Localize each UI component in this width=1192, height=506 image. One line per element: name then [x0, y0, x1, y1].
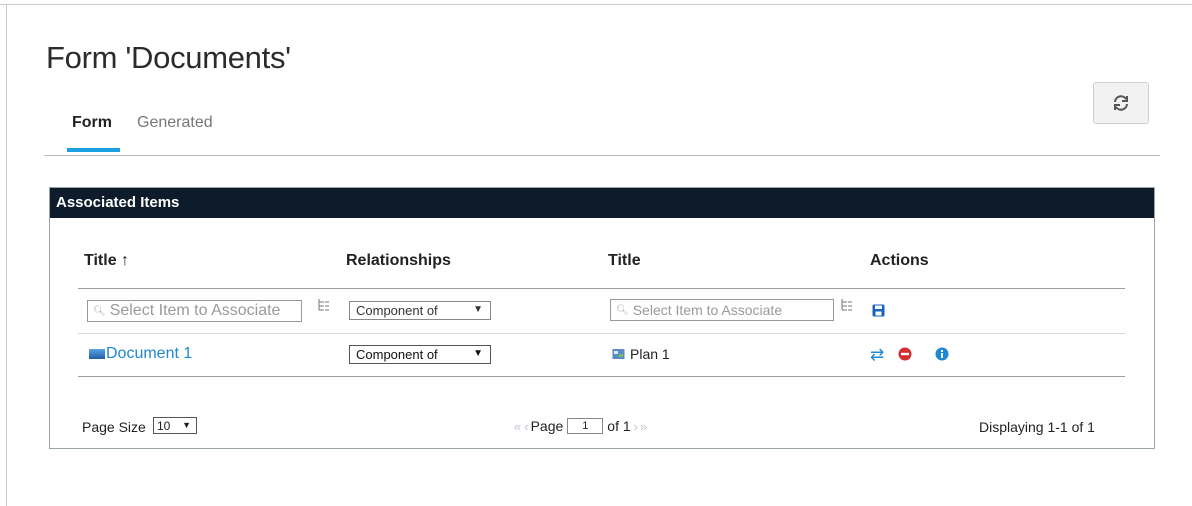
displaying-count: Displaying 1-1 of 1: [979, 419, 1095, 435]
row-divider: [78, 333, 1125, 334]
tab-bar: Form Generated: [44, 112, 1160, 156]
refresh-icon: [1114, 95, 1128, 111]
associated-items-panel: Associated Items Title ↑ Relationships T…: [49, 187, 1155, 449]
tab-form-label: Form: [72, 114, 112, 131]
document-link[interactable]: Document 1: [89, 345, 192, 363]
left-item-placeholder: Select Item to Associate: [109, 302, 281, 319]
frame-top-border: [0, 4, 1192, 5]
info-icon[interactable]: [935, 347, 949, 361]
right-item-placeholder: Select Item to Associate: [632, 302, 783, 318]
plan-label: Plan 1: [630, 346, 670, 362]
new-relationship-value: Component of: [356, 303, 438, 318]
search-icon: 🔍︎: [616, 304, 629, 316]
document-icon: [89, 349, 105, 359]
dropdown-arrow-icon: ▼: [182, 420, 191, 430]
dropdown-arrow-icon: ▼: [473, 304, 483, 315]
frame-left-border: [6, 4, 7, 506]
search-icon: 🔍︎: [93, 305, 106, 317]
next-page-icon[interactable]: ›: [634, 419, 638, 434]
column-header-actions: Actions: [870, 252, 929, 269]
page-size-label: Page Size: [82, 419, 146, 435]
plan-item: Plan 1: [612, 346, 670, 362]
swap-direction-icon[interactable]: ⇄: [870, 345, 884, 365]
page-of-label: of 1: [607, 418, 631, 434]
page-size-value: 10: [157, 418, 171, 433]
hierarchy-picker-icon[interactable]: [840, 298, 854, 312]
right-item-search-input[interactable]: 🔍︎ Select Item to Associate: [610, 299, 834, 321]
page-size-select[interactable]: 10 ▼: [153, 417, 197, 434]
save-icon[interactable]: [872, 304, 885, 317]
new-relationship-select[interactable]: Component of ▼: [349, 301, 491, 320]
dropdown-arrow-icon: ▼: [473, 348, 483, 359]
panel-header: Associated Items: [50, 188, 1154, 218]
plan-icon: [612, 349, 625, 359]
column-header-title-right: Title: [608, 252, 641, 269]
document-link-label: Document 1: [106, 345, 193, 362]
page-title: Form 'Documents': [46, 40, 291, 75]
tab-form[interactable]: Form: [67, 114, 120, 152]
remove-icon[interactable]: [898, 347, 912, 361]
page-number-input[interactable]: 1: [567, 418, 604, 434]
prev-page-icon[interactable]: ‹: [524, 419, 528, 434]
left-item-search-input[interactable]: 🔍︎ Select Item to Associate: [87, 300, 302, 322]
row-relationship-value: Component of: [356, 347, 438, 362]
tab-generated-label: Generated: [137, 114, 213, 131]
first-page-icon[interactable]: «: [514, 419, 521, 434]
last-page-icon[interactable]: »: [640, 419, 647, 434]
column-header-title-left[interactable]: Title ↑: [84, 252, 129, 270]
row-relationship-select[interactable]: Component of ▼: [349, 345, 491, 364]
pager: « ‹ Page 1 of 1 › »: [514, 418, 647, 434]
header-divider: [78, 288, 1125, 289]
page-label: Page: [530, 418, 564, 434]
active-tab-indicator: [67, 148, 120, 152]
column-header-relationships: Relationships: [346, 252, 451, 269]
tab-generated[interactable]: Generated: [137, 114, 213, 152]
hierarchy-picker-icon[interactable]: [317, 298, 331, 312]
table-bottom-divider: [78, 376, 1125, 377]
